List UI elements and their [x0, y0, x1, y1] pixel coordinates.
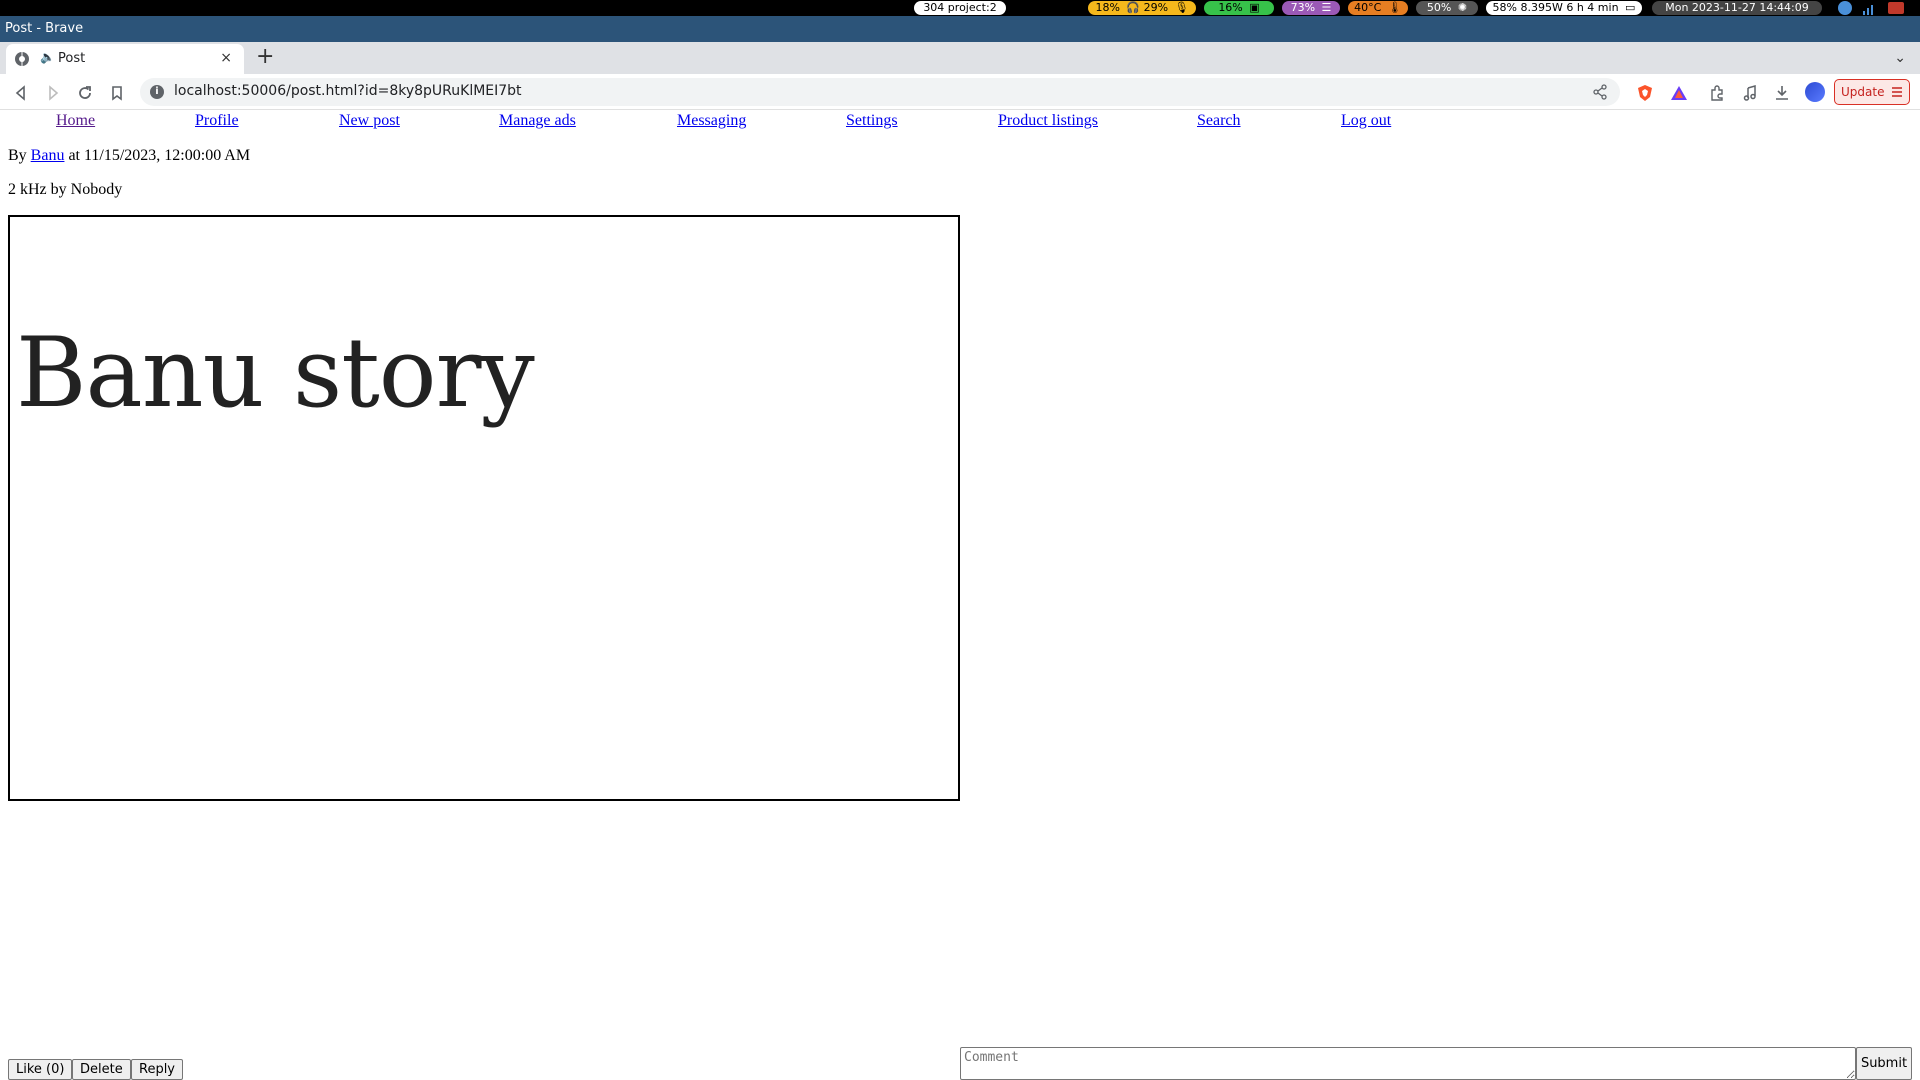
- nav-product-listings-link[interactable]: Product listings: [998, 112, 1098, 130]
- memory-icon: ☰: [1321, 1, 1332, 14]
- brightness-status[interactable]: 50% ✺: [1416, 1, 1478, 15]
- post-byline: By Banu at 11/15/2023, 12:00:00 AM: [8, 147, 250, 165]
- memory-status: 73% ☰: [1282, 1, 1340, 15]
- reload-icon[interactable]: [76, 84, 94, 102]
- battery-level: 58% 8.395W 6 h 4 min: [1492, 1, 1619, 14]
- window-title: Post - Brave: [5, 21, 84, 36]
- clock[interactable]: Mon 2023-11-27 14:44:09: [1652, 1, 1822, 15]
- delete-button[interactable]: Delete: [72, 1059, 131, 1080]
- nav-settings-link[interactable]: Settings: [846, 112, 898, 130]
- site-navigation: Home Profile New post Manage ads Messagi…: [0, 112, 1430, 134]
- story-canvas: Banu story: [8, 215, 960, 801]
- nav-new-post-link[interactable]: New post: [339, 112, 400, 130]
- post-date: at 11/15/2023, 12:00:00 AM: [68, 147, 251, 164]
- battery-status: 58% 8.395W 6 h 4 min ▭: [1486, 1, 1642, 15]
- clock-text: Mon 2023-11-27 14:44:09: [1665, 1, 1809, 14]
- nav-search-link[interactable]: Search: [1197, 112, 1241, 130]
- author-link[interactable]: Banu: [31, 147, 65, 164]
- submit-comment-button[interactable]: Submit: [1856, 1047, 1912, 1080]
- comment-input[interactable]: [960, 1047, 1856, 1080]
- tab-search-chevron-icon[interactable]: ⌄: [1894, 50, 1906, 66]
- nav-messaging-link[interactable]: Messaging: [677, 112, 746, 130]
- memory-level: 73%: [1290, 1, 1316, 14]
- globe-icon: [15, 52, 29, 66]
- media-music-icon[interactable]: [1741, 84, 1759, 102]
- site-info-icon[interactable]: i: [150, 85, 164, 99]
- extensions-icon[interactable]: [1708, 84, 1726, 102]
- brave-shields-icon[interactable]: [1636, 84, 1654, 102]
- flag-icon[interactable]: [1888, 2, 1904, 14]
- nav-manage-ads-link[interactable]: Manage ads: [499, 112, 576, 130]
- reply-button[interactable]: Reply: [131, 1059, 184, 1080]
- brave-rewards-icon[interactable]: [1670, 84, 1688, 102]
- tab-strip: 🔈 Post ×: [0, 42, 1920, 74]
- bookmark-icon[interactable]: [108, 84, 126, 102]
- share-icon[interactable]: [1592, 84, 1608, 100]
- tab-post[interactable]: 🔈 Post ×: [6, 44, 244, 74]
- temperature-status: 40°C 🌡: [1348, 1, 1408, 15]
- brightness-level: 50%: [1426, 1, 1452, 14]
- story-text: Banu story: [16, 317, 535, 429]
- menu-icon: [1892, 87, 1902, 97]
- audio-status[interactable]: 18% 🎧 29% 🎙: [1088, 1, 1196, 15]
- browser-toolbar: i localhost:50006/post.html?id=8ky8pURuK…: [0, 74, 1920, 110]
- track-info: 2 kHz by Nobody: [8, 181, 123, 198]
- download-icon[interactable]: [1773, 84, 1791, 102]
- temperature-level: 40°C: [1354, 1, 1382, 14]
- address-bar[interactable]: i localhost:50006/post.html?id=8ky8pURuK…: [140, 78, 1620, 106]
- mic-level: 29%: [1143, 1, 1169, 14]
- network-icon[interactable]: [1838, 1, 1852, 15]
- new-tab-button[interactable]: +: [256, 45, 274, 69]
- workspace-indicator[interactable]: 304 project:2: [914, 1, 1006, 15]
- workspace-label: 304 project:2: [923, 1, 997, 14]
- signal-icon[interactable]: [1862, 2, 1876, 15]
- thermometer-icon: 🌡: [1387, 1, 1402, 14]
- microphone-icon: 🎙: [1174, 1, 1189, 14]
- tab-label: Post: [58, 51, 86, 66]
- update-label: Update: [1841, 85, 1885, 99]
- audio-playing-icon[interactable]: 🔈: [40, 50, 55, 64]
- headphones-icon: 🎧: [1126, 1, 1141, 14]
- page-content: Home Profile New post Manage ads Messagi…: [0, 110, 1920, 1080]
- nav-log-out-link[interactable]: Log out: [1341, 112, 1391, 130]
- cpu-status: 16% ▣: [1204, 1, 1274, 15]
- headphones-level: 18%: [1095, 1, 1120, 14]
- update-button[interactable]: Update: [1834, 79, 1910, 105]
- cpu-icon: ▣: [1249, 1, 1260, 14]
- url-text[interactable]: localhost:50006/post.html?id=8ky8pURuKlM…: [174, 83, 522, 99]
- close-tab-icon[interactable]: ×: [220, 50, 232, 66]
- brightness-icon: ✺: [1457, 1, 1468, 14]
- system-status-bar: 304 project:2 18% 🎧 29% 🎙 16% ▣ 73% ☰ 40…: [0, 0, 1920, 16]
- like-button[interactable]: Like (0): [8, 1059, 73, 1080]
- byline-prefix: By: [8, 147, 27, 164]
- back-icon[interactable]: [12, 84, 30, 102]
- forward-icon[interactable]: [44, 84, 62, 102]
- cpu-level: 16%: [1218, 1, 1243, 14]
- nav-profile-link[interactable]: Profile: [195, 112, 239, 130]
- battery-icon: ▭: [1625, 1, 1636, 14]
- window-title-bar: Post - Brave: [0, 16, 1920, 42]
- nav-home-link[interactable]: Home: [56, 112, 95, 130]
- profile-avatar[interactable]: [1805, 82, 1825, 102]
